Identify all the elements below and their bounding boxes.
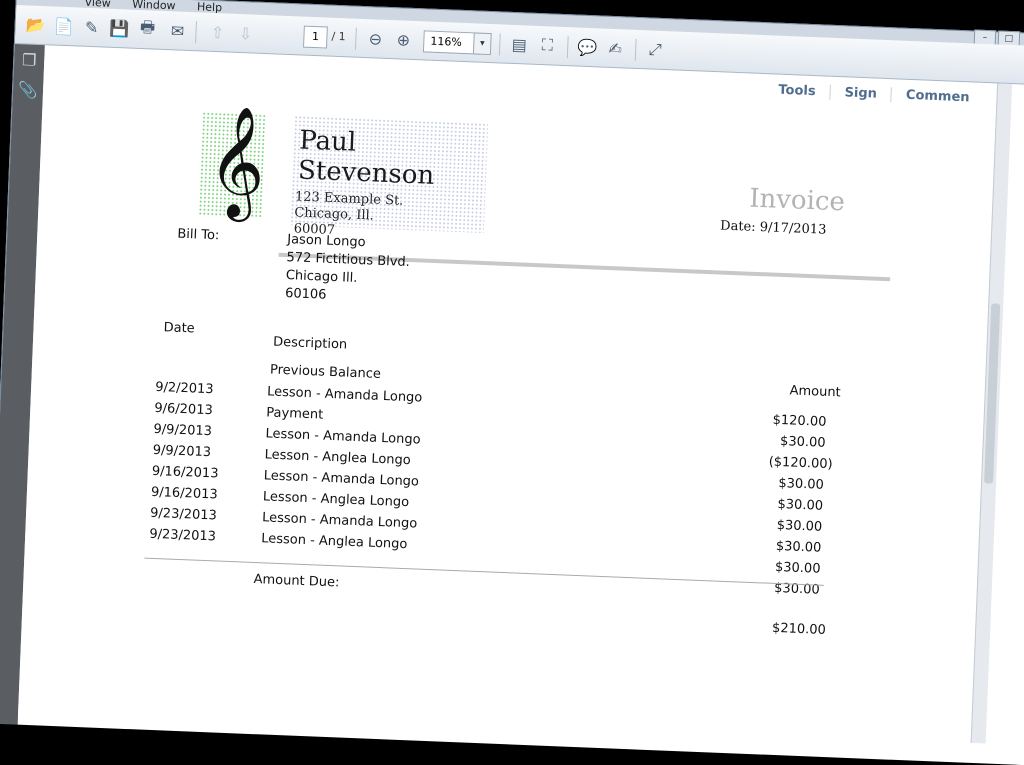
date-column-header: Date bbox=[163, 320, 196, 337]
toolbar-separator bbox=[195, 21, 197, 44]
toolbar-separator bbox=[634, 38, 637, 61]
toolbar-separator bbox=[354, 27, 357, 50]
amount-value: $30.00 bbox=[779, 434, 826, 451]
document-pane: Tools Sign Commen 𝄞 Paul Stevenson 123 E… bbox=[17, 45, 1024, 765]
amount-due-value: $210.00 bbox=[771, 620, 827, 639]
tools-tab[interactable]: Tools bbox=[764, 82, 830, 100]
amount-value: $30.00 bbox=[773, 580, 820, 598]
comment-icon[interactable]: 💬 bbox=[575, 34, 600, 59]
row-date: 9/23/2013 bbox=[149, 505, 218, 524]
comment-tab[interactable]: Commen bbox=[890, 87, 984, 106]
sender-header: Paul Stevenson 123 Example St. Chicago, … bbox=[289, 115, 489, 238]
amount-column-header: Amount bbox=[789, 383, 841, 401]
sign-tab[interactable]: Sign bbox=[829, 84, 892, 103]
description-column-header: Description bbox=[272, 334, 348, 353]
amount-value: ($120.00) bbox=[768, 454, 833, 473]
row-description: Lesson - Amanda Longo bbox=[266, 384, 423, 406]
zoom-dropdown-button[interactable]: ▾ bbox=[472, 32, 492, 56]
invoice-page: 𝄞 Paul Stevenson 123 Example St. Chicago… bbox=[90, 98, 893, 709]
treble-clef-logo: 𝄞 bbox=[198, 104, 267, 218]
invoice-title: Invoice bbox=[748, 183, 846, 218]
treble-clef-icon: 𝄞 bbox=[206, 103, 268, 219]
prev-page-icon[interactable]: ⇧ bbox=[205, 20, 230, 45]
bill-to-label: Bill To: bbox=[177, 226, 220, 244]
highlight-icon[interactable]: ✍ bbox=[603, 36, 628, 61]
page-number-input[interactable]: 1 bbox=[303, 25, 328, 49]
bill-to-line: 60106 bbox=[284, 286, 327, 303]
open-file-icon[interactable]: 📂 bbox=[23, 12, 48, 37]
row-description: Payment bbox=[266, 405, 324, 423]
zoom-in-icon[interactable]: ⊕ bbox=[391, 27, 416, 52]
save-icon[interactable]: 💾 bbox=[107, 16, 132, 41]
row-date: 9/23/2013 bbox=[149, 526, 217, 545]
row-date: 9/16/2013 bbox=[150, 484, 218, 503]
row-date: 9/2/2013 bbox=[154, 379, 214, 398]
amount-due-label: Amount Due: bbox=[253, 572, 340, 591]
fit-page-icon[interactable]: ▤ bbox=[507, 32, 532, 57]
task-panel-tabs: Tools Sign Commen bbox=[764, 82, 984, 106]
amount-value: $30.00 bbox=[775, 538, 822, 556]
amount-value: $120.00 bbox=[772, 412, 827, 430]
amount-value: $30.00 bbox=[778, 475, 825, 493]
amount-value: $30.00 bbox=[774, 559, 821, 577]
fit-width-icon[interactable]: ⛶ bbox=[535, 33, 560, 58]
attachment-icon[interactable]: 📎 bbox=[13, 74, 44, 105]
toolbar-separator bbox=[566, 36, 569, 59]
amount-value: $30.00 bbox=[777, 496, 824, 514]
edit-icon[interactable]: ✎ bbox=[79, 15, 104, 40]
create-pdf-icon[interactable]: 📄 bbox=[51, 13, 76, 38]
row-date: 9/16/2013 bbox=[151, 463, 219, 482]
page-total: / 1 bbox=[331, 29, 346, 44]
row-date: 9/6/2013 bbox=[154, 400, 214, 419]
previous-balance-label: Previous Balance bbox=[269, 362, 382, 382]
row-date: 9/9/2013 bbox=[153, 421, 213, 440]
fullscreen-icon[interactable]: ⤢ bbox=[643, 37, 668, 62]
zoom-out-icon[interactable]: ⊖ bbox=[363, 26, 388, 51]
next-page-icon[interactable]: ⇩ bbox=[233, 21, 258, 46]
toolbar-separator bbox=[498, 33, 501, 56]
print-icon[interactable]: 🖶 bbox=[135, 17, 160, 42]
pdf-viewer-window: View Window Help – □ 📂 📄 ✎ 💾 🖶 ✉ ⇧ ⇩ 1 /… bbox=[0, 0, 1024, 765]
pages-panel-icon[interactable]: ❐ bbox=[14, 44, 45, 75]
amount-value: $30.00 bbox=[776, 517, 823, 535]
row-date: 9/9/2013 bbox=[152, 442, 212, 461]
amount-column: $120.00 $30.00 ($120.00) $30.00 $30.00 $… bbox=[763, 410, 833, 601]
bill-to-address: Jason Longo 572 Fictitious Blvd. Chicago… bbox=[285, 231, 411, 308]
email-icon[interactable]: ✉ bbox=[165, 18, 190, 43]
line-items: 9/2/2013 Lesson - Amanda Longo 9/6/2013 Pa… bbox=[149, 380, 815, 574]
invoice-date: Date: 9/17/2013 bbox=[719, 218, 827, 238]
sender-name: Paul Stevenson bbox=[297, 125, 435, 191]
